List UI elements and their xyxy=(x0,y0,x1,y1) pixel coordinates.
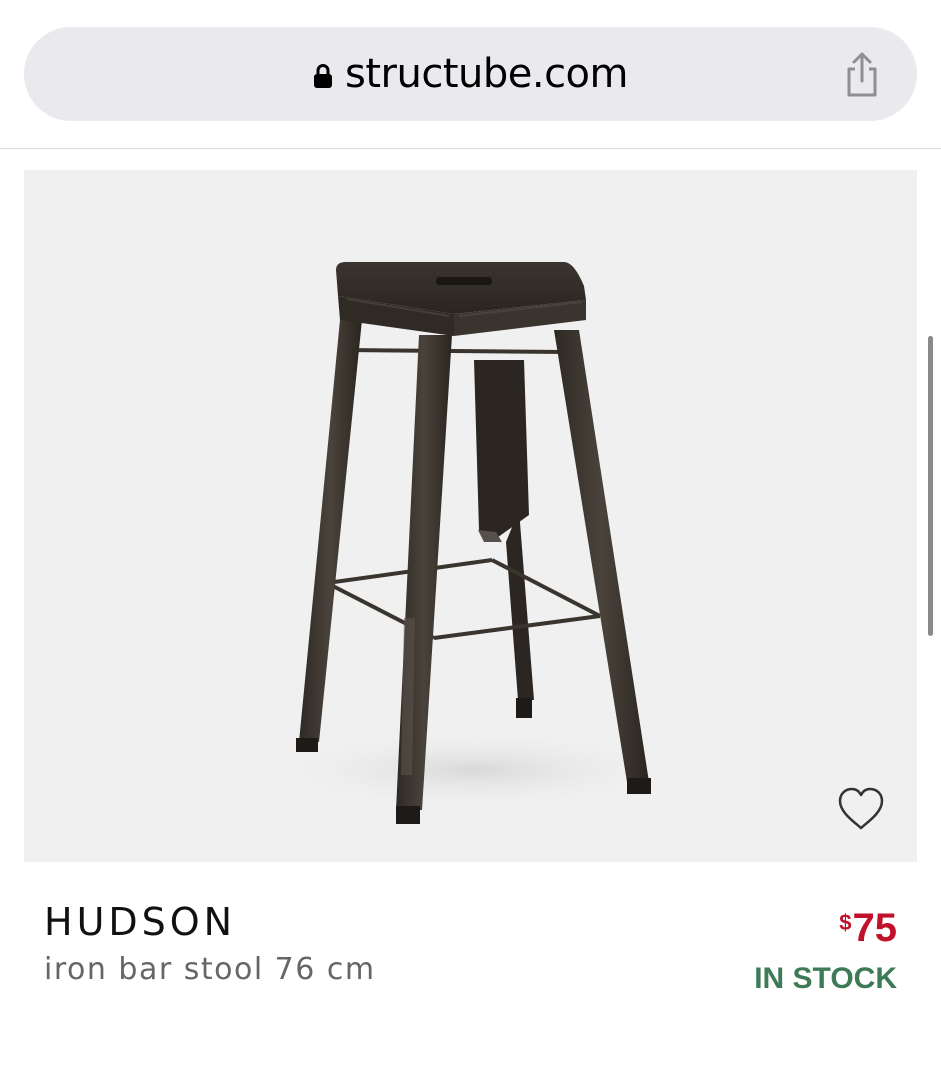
product-description: iron bar stool 76 cm xyxy=(44,952,376,987)
product-image[interactable] xyxy=(24,170,917,862)
price-amount: 75 xyxy=(852,906,898,950)
url-center: structube.com xyxy=(24,27,917,121)
url-bar[interactable]: structube.com xyxy=(24,27,917,121)
heart-outline-icon[interactable] xyxy=(835,784,887,834)
stock-status: IN STOCK xyxy=(754,962,897,995)
price-currency: $ xyxy=(839,910,852,935)
bar-stool-image xyxy=(264,262,684,824)
scrollbar[interactable] xyxy=(928,336,933,636)
share-icon[interactable] xyxy=(841,51,883,99)
lock-icon xyxy=(314,64,332,88)
product-name[interactable]: HUDSON xyxy=(44,900,236,944)
mobile-browser-page: structube.com HUDSON iron bar stool 76 c… xyxy=(0,0,941,1080)
url-text: structube.com xyxy=(345,51,629,97)
product-price: $ 75 xyxy=(839,906,897,951)
header-divider xyxy=(0,148,941,149)
